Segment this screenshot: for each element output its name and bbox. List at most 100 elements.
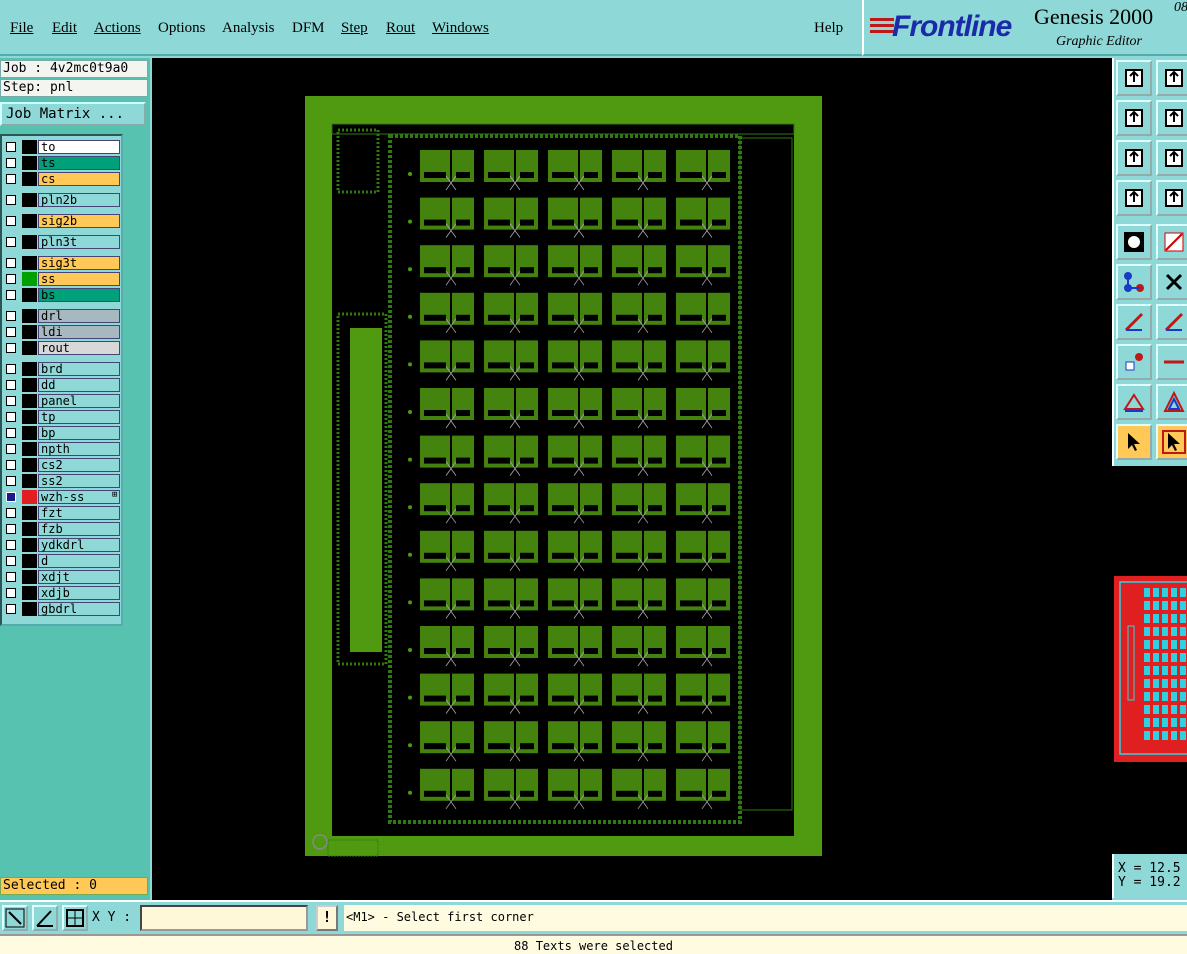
menu-file[interactable]: File: [10, 20, 33, 37]
select-pad-button[interactable]: [1116, 224, 1152, 260]
layer-color-swatch[interactable]: [22, 570, 37, 584]
layer-color-swatch[interactable]: [22, 325, 37, 339]
layer-color-swatch[interactable]: [22, 586, 37, 600]
layer-color-swatch[interactable]: [22, 288, 37, 302]
overview-panel[interactable]: [1112, 466, 1187, 854]
layer-checkbox[interactable]: [6, 444, 16, 454]
layer-row-panel[interactable]: panel: [4, 394, 120, 408]
layer-checkbox[interactable]: [6, 572, 16, 582]
layer-row-sig2b[interactable]: sig2b: [4, 214, 120, 228]
menu-options[interactable]: Options: [158, 20, 206, 37]
layer-color-swatch[interactable]: [22, 272, 37, 286]
layer-row-xdjt[interactable]: xdjt: [4, 570, 120, 584]
layer-row-ss[interactable]: ss: [4, 272, 120, 286]
layer-checkbox[interactable]: [6, 195, 16, 205]
grid-button[interactable]: [1156, 180, 1187, 216]
net-button[interactable]: [1116, 264, 1152, 300]
layer-color-swatch[interactable]: [22, 235, 37, 249]
center-button[interactable]: [1156, 140, 1187, 176]
layer-color-swatch[interactable]: [22, 426, 37, 440]
draw-line-button[interactable]: [1116, 304, 1152, 340]
layer-row-ts[interactable]: ts: [4, 156, 120, 170]
layer-row-pln3t[interactable]: pln3t: [4, 235, 120, 249]
layer-row-sig3t[interactable]: sig3t: [4, 256, 120, 270]
layer-checkbox[interactable]: [6, 174, 16, 184]
pointer-select-button[interactable]: [1156, 424, 1187, 460]
layer-row-cs[interactable]: cs: [4, 172, 120, 186]
triangle-button[interactable]: [1116, 384, 1152, 420]
layer-row-to[interactable]: to: [4, 140, 120, 154]
layer-checkbox[interactable]: [6, 380, 16, 390]
layer-color-swatch[interactable]: [22, 341, 37, 355]
menu-edit[interactable]: Edit: [52, 20, 77, 37]
layer-color-swatch[interactable]: [22, 506, 37, 520]
menu-windows[interactable]: Windows: [432, 20, 489, 37]
layer-checkbox[interactable]: [6, 412, 16, 422]
layer-row-ydkdrl[interactable]: ydkdrl: [4, 538, 120, 552]
pan-left-button[interactable]: [1116, 100, 1152, 136]
layer-row-gbdrl[interactable]: gbdrl: [4, 602, 120, 616]
minus-button[interactable]: [1156, 344, 1187, 380]
layer-row-fzt[interactable]: fzt: [4, 506, 120, 520]
layer-color-swatch[interactable]: [22, 474, 37, 488]
layer-color-swatch[interactable]: [22, 602, 37, 616]
layer-checkbox[interactable]: [6, 237, 16, 247]
multi-triangle-button[interactable]: [1156, 384, 1187, 420]
layer-row-wzh-ss[interactable]: wzh-ss ⊞: [4, 490, 120, 504]
layer-checkbox[interactable]: [6, 311, 16, 321]
menu-analysis[interactable]: Analysis: [222, 20, 275, 37]
zoom-window-button[interactable]: [2, 905, 28, 931]
layer-row-ldi[interactable]: ldi: [4, 325, 120, 339]
menu-dfm[interactable]: DFM: [292, 20, 325, 37]
layer-row-d[interactable]: d: [4, 554, 120, 568]
layer-color-swatch[interactable]: [22, 554, 37, 568]
layer-checkbox[interactable]: [6, 492, 16, 502]
layer-color-swatch[interactable]: [22, 140, 37, 154]
layer-checkbox[interactable]: [6, 556, 16, 566]
layer-checkbox[interactable]: [6, 460, 16, 470]
select-line-button[interactable]: [1156, 224, 1187, 260]
layer-color-swatch[interactable]: [22, 538, 37, 552]
layer-row-drl[interactable]: drl: [4, 309, 120, 323]
add-pad-button[interactable]: [1116, 344, 1152, 380]
layer-checkbox[interactable]: [6, 258, 16, 268]
graphic-canvas[interactable]: [152, 58, 1112, 900]
layer-row-bs[interactable]: bs: [4, 288, 120, 302]
layer-checkbox[interactable]: [6, 290, 16, 300]
layer-checkbox[interactable]: [6, 588, 16, 598]
layer-row-bp[interactable]: bp: [4, 426, 120, 440]
layer-color-swatch[interactable]: [22, 309, 37, 323]
layer-row-dd[interactable]: dd: [4, 378, 120, 392]
layer-color-swatch[interactable]: [22, 156, 37, 170]
layer-row-cs2[interactable]: cs2: [4, 458, 120, 472]
zoom-out-button[interactable]: [1156, 60, 1187, 96]
layer-checkbox[interactable]: [6, 524, 16, 534]
layer-checkbox[interactable]: [6, 476, 16, 486]
delete-button[interactable]: [1156, 264, 1187, 300]
layer-row-npth[interactable]: npth: [4, 442, 120, 456]
job-matrix-button[interactable]: Job Matrix ...: [0, 102, 146, 126]
layer-row-ss2[interactable]: ss2: [4, 474, 120, 488]
layer-checkbox[interactable]: [6, 142, 16, 152]
pointer-button[interactable]: [1116, 424, 1152, 460]
layer-color-swatch[interactable]: [22, 362, 37, 376]
layer-color-swatch[interactable]: [22, 410, 37, 424]
pan-right-button[interactable]: [1156, 100, 1187, 136]
layer-color-swatch[interactable]: [22, 172, 37, 186]
layer-row-brd[interactable]: brd: [4, 362, 120, 376]
layer-checkbox[interactable]: [6, 274, 16, 284]
layer-color-swatch[interactable]: [22, 394, 37, 408]
layer-checkbox[interactable]: [6, 364, 16, 374]
layer-row-pln2b[interactable]: pln2b: [4, 193, 120, 207]
layer-checkbox[interactable]: [6, 216, 16, 226]
layer-color-swatch[interactable]: [22, 193, 37, 207]
message-icon[interactable]: !: [316, 905, 338, 931]
menu-step[interactable]: Step: [341, 20, 368, 37]
xy-input[interactable]: [140, 905, 308, 931]
layer-row-xdjb[interactable]: xdjb: [4, 586, 120, 600]
zoom-in-button[interactable]: [1116, 60, 1152, 96]
layer-color-swatch[interactable]: [22, 378, 37, 392]
layer-checkbox[interactable]: [6, 343, 16, 353]
menu-actions[interactable]: Actions: [94, 20, 141, 37]
layer-row-fzb[interactable]: fzb: [4, 522, 120, 536]
